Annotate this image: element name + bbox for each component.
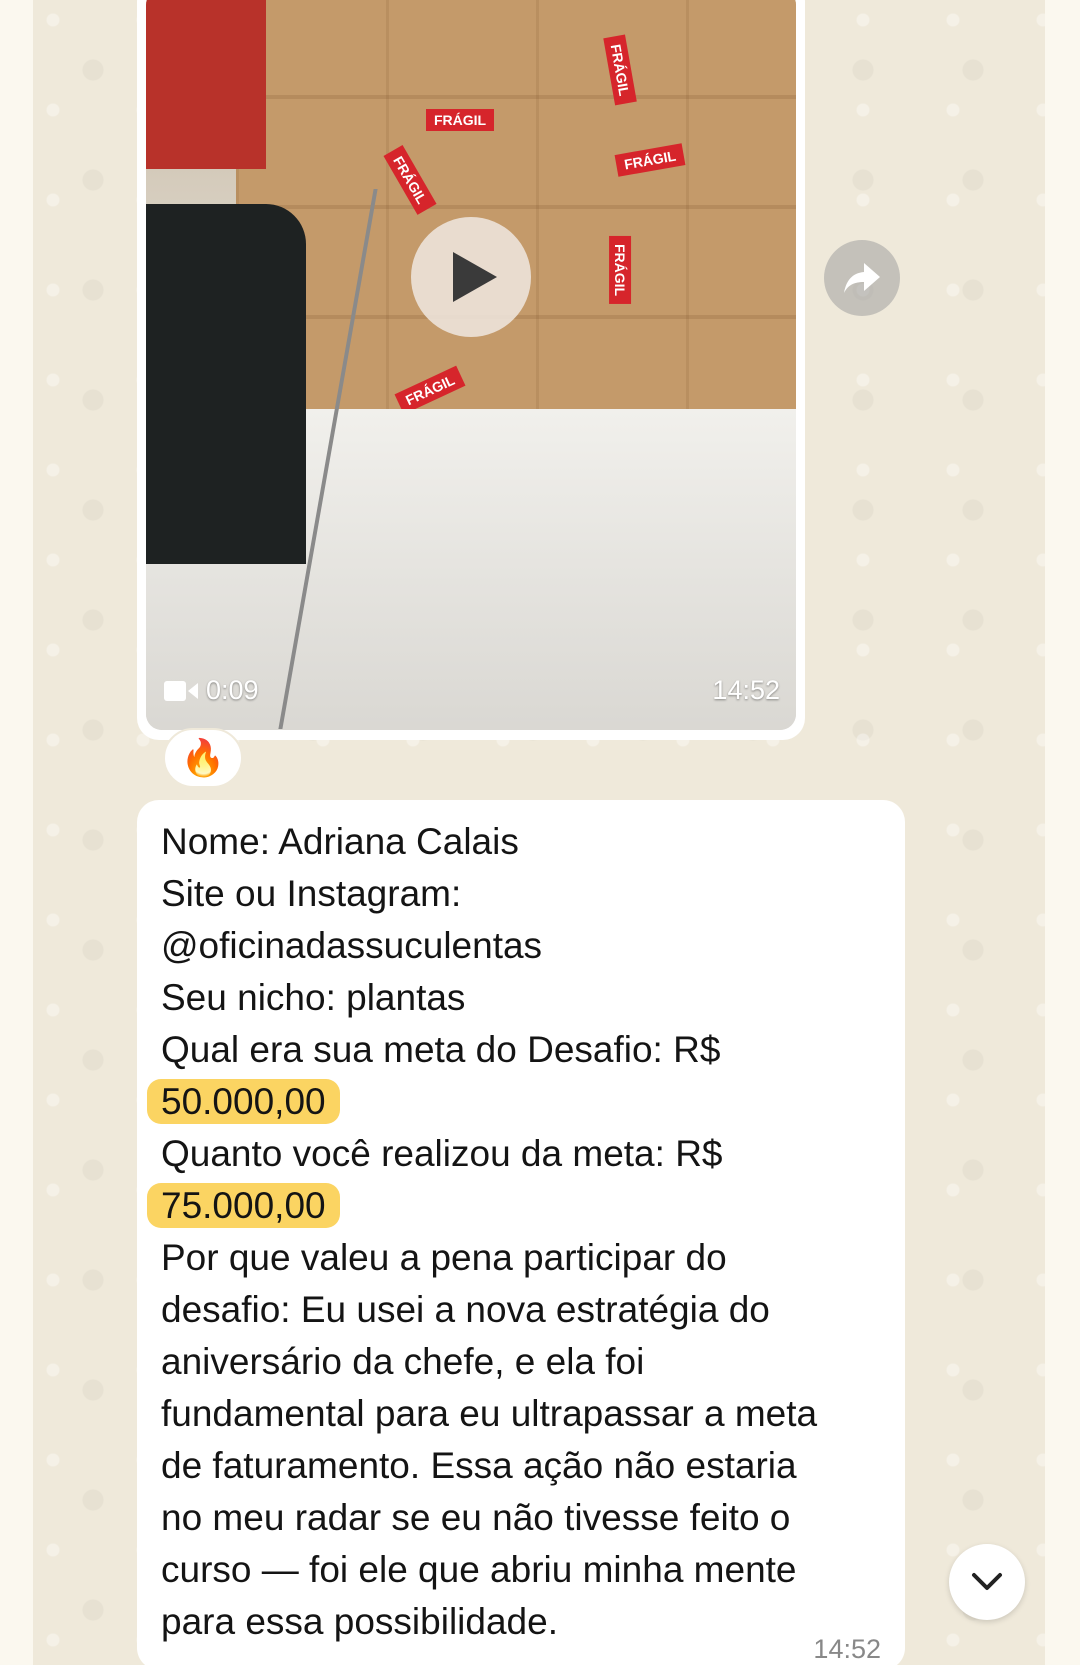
message-timestamp: 14:52 — [813, 1634, 881, 1664]
reaction-badge[interactable]: 🔥 — [163, 728, 243, 788]
boxes-image-area — [236, 0, 796, 429]
forward-icon — [844, 263, 880, 293]
video-camera-icon — [164, 680, 198, 701]
play-icon — [453, 252, 497, 302]
message-line: Qual era sua meta do Desafio: R$ — [161, 1029, 721, 1070]
instagram-link[interactable]: @oficinadassuculentas — [161, 920, 881, 972]
message-line: para essa possibilidade. — [161, 1601, 558, 1642]
message-line: no meu radar se eu não tivesse feito o — [161, 1497, 791, 1538]
video-timestamp: 14:52 — [712, 675, 780, 705]
video-thumbnail[interactable]: FRÁGIL FRÁGIL FRÁGIL FRÁGIL FRÁGIL FRÁGI… — [146, 0, 796, 730]
message-line: desafio: Eu usei a nova estratégia do — [161, 1289, 770, 1330]
fire-emoji: 🔥 — [180, 737, 226, 778]
message-text: Nome: Adriana Calais Site ou Instagram: … — [147, 816, 881, 1648]
message-line: Site ou Instagram: — [161, 873, 462, 914]
video-duration-text: 0:09 — [206, 675, 259, 705]
play-button[interactable] — [411, 217, 531, 337]
video-message-bubble[interactable]: FRÁGIL FRÁGIL FRÁGIL FRÁGIL FRÁGIL FRÁGI… — [137, 0, 805, 740]
message-line: Quanto você realizou da meta: R$ — [161, 1133, 723, 1174]
forward-button[interactable] — [824, 240, 900, 316]
highlighted-goal-value: 50.000,00 — [147, 1079, 340, 1124]
background-wall — [146, 0, 266, 169]
highlighted-achieved-value: 75.000,00 — [147, 1183, 340, 1228]
truck-window — [146, 204, 306, 564]
message-line: curso — foi ele que abriu minha mente — [161, 1549, 797, 1590]
text-message-bubble[interactable]: Nome: Adriana Calais Site ou Instagram: … — [137, 800, 905, 1665]
message-line: aniversário da chefe, e ela foi — [161, 1341, 645, 1382]
fragile-label: FRÁGIL — [609, 235, 632, 305]
message-line: Nome: Adriana Calais — [161, 821, 519, 862]
video-duration: 0:09 — [164, 675, 259, 706]
scroll-to-bottom-button[interactable] — [949, 1544, 1025, 1620]
message-line: de faturamento. Essa ação não estaria — [161, 1445, 797, 1486]
fragile-label: FRÁGIL — [426, 109, 495, 131]
message-line: Seu nicho: plantas — [161, 977, 466, 1018]
message-line: fundamental para eu ultrapassar a meta — [161, 1393, 818, 1434]
chevron-down-icon — [972, 1573, 1002, 1590]
message-line: Por que valeu a pena participar do — [161, 1237, 727, 1278]
